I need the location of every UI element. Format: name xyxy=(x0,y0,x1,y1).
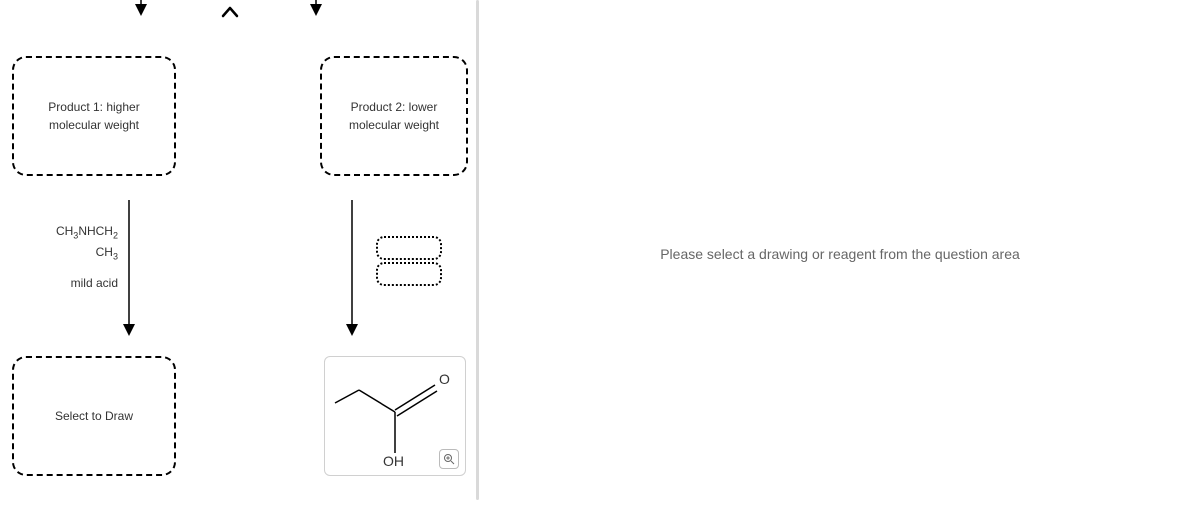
select-to-draw-dropzone[interactable]: Select to Draw xyxy=(12,356,176,476)
instruction-text: Please select a drawing or reagent from … xyxy=(660,246,1020,262)
molecule-structure[interactable]: O OH xyxy=(324,356,466,476)
question-area: Product 1: higher molecular weight Produ… xyxy=(0,0,476,507)
atom-label-oh: OH xyxy=(383,453,404,469)
atom-label-o: O xyxy=(439,371,450,387)
zoom-molecule-button[interactable] xyxy=(439,449,459,469)
reagent-slot-2[interactable] xyxy=(376,262,442,286)
chevron-up-icon xyxy=(218,0,242,24)
arrow-product2-down xyxy=(300,0,470,400)
reagent-slot-1[interactable] xyxy=(376,236,442,260)
pane-divider xyxy=(476,0,479,500)
answer-area: Please select a drawing or reagent from … xyxy=(480,0,1200,507)
collapse-caret-button[interactable] xyxy=(218,0,242,24)
magnifier-icon xyxy=(443,453,455,465)
reagent-label: CH3NHCH2 CH3 mild acid xyxy=(18,222,118,292)
arrow-product1-to-draw xyxy=(0,0,200,400)
select-to-draw-label: Select to Draw xyxy=(55,407,133,425)
reagent-condition: mild acid xyxy=(18,274,118,292)
